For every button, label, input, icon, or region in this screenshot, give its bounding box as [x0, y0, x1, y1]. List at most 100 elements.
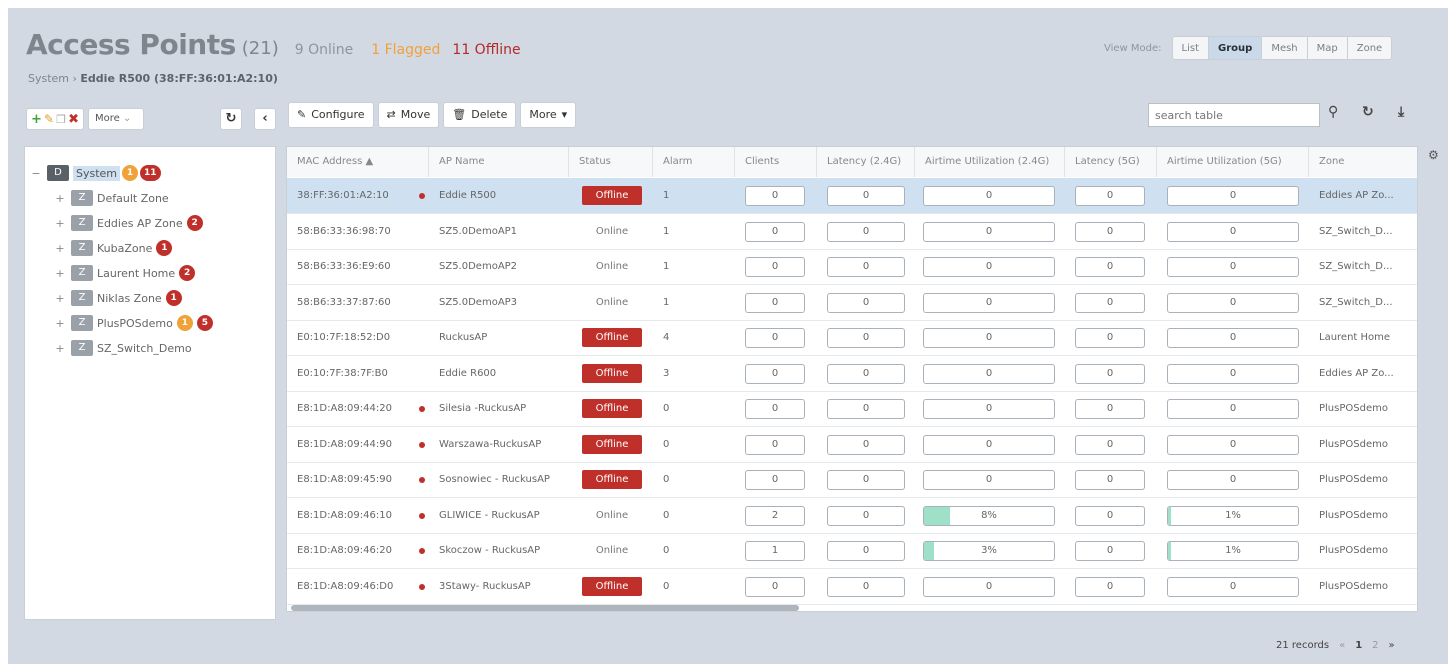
alarm-cell[interactable]: 0 — [663, 391, 669, 426]
delete-icon[interactable]: ✖ — [68, 112, 79, 127]
table-row[interactable]: E0:10:7F:18:52:D0 RuckusAP Offline 4 0 0 0 0 0 La… — [287, 320, 1417, 356]
zone-cell[interactable]: Eddies AP Zo... — [1319, 356, 1415, 391]
zone-cell[interactable]: PlusPOSdemo — [1319, 569, 1415, 604]
col-airtime-5-header[interactable]: Airtime Utilization (5G) — [1157, 147, 1309, 177]
online-count[interactable]: 9 Online — [295, 42, 354, 58]
table-refresh-icon[interactable]: ↻ — [1362, 104, 1374, 120]
view-mode-map[interactable]: Map — [1307, 36, 1348, 60]
tree-more-dropdown[interactable]: More ⌄ — [88, 108, 144, 130]
col-ap-name-header[interactable]: AP Name — [429, 147, 569, 177]
tree-node-zone[interactable]: + Z PlusPOSdemo 1 5 — [53, 315, 213, 331]
ap-name-cell[interactable]: Skoczow - RuckusAP — [439, 533, 567, 568]
add-icon[interactable]: + — [31, 112, 42, 127]
col-clients-header[interactable]: Clients — [735, 147, 817, 177]
table-row[interactable]: 38:FF:36:01:A2:10 Eddie R500 Offline 1 0 0 0 0 0… — [287, 178, 1417, 214]
breadcrumb-root[interactable]: System › — [28, 72, 77, 85]
zone-cell[interactable]: SZ_Switch_D... — [1319, 214, 1415, 249]
alarm-cell[interactable]: 0 — [663, 498, 669, 533]
tree-refresh-button[interactable]: ↻ — [220, 108, 242, 130]
tree-node-zone[interactable]: + Z SZ_Switch_Demo — [53, 340, 192, 356]
ap-name-cell[interactable]: Eddie R500 — [439, 178, 567, 213]
expand-icon[interactable]: + — [53, 317, 67, 330]
alarm-cell[interactable]: 0 — [663, 533, 669, 568]
expand-icon[interactable]: + — [53, 192, 67, 205]
move-button[interactable]: ⇄ Move — [377, 102, 440, 128]
ap-name-cell[interactable]: RuckusAP — [439, 320, 567, 355]
col-zone-header[interactable]: Zone — [1309, 147, 1417, 177]
alarm-cell[interactable]: 1 — [663, 285, 669, 320]
ap-name-cell[interactable]: SZ5.0DemoAP1 — [439, 214, 567, 249]
download-icon[interactable]: ⤓ — [1398, 104, 1404, 120]
col-status-header[interactable]: Status — [569, 147, 653, 177]
alarm-cell[interactable]: 4 — [663, 320, 669, 355]
clone-icon[interactable]: ❐ — [56, 113, 66, 126]
flagged-count[interactable]: 1 Flagged — [371, 42, 440, 58]
more-dropdown[interactable]: More ▾ — [520, 102, 577, 128]
gear-icon[interactable]: ⚙ — [1428, 148, 1439, 162]
alarm-cell[interactable]: 1 — [663, 214, 669, 249]
ap-name-cell[interactable]: Sosnowiec - RuckusAP — [439, 462, 567, 497]
alarm-cell[interactable]: 1 — [663, 249, 669, 284]
table-row[interactable]: E0:10:7F:38:7F:B0 Eddie R600 Offline 3 0 0 0 0 0… — [287, 356, 1417, 392]
expand-icon[interactable]: + — [53, 292, 67, 305]
tree-node-zone[interactable]: + Z Niklas Zone 1 — [53, 290, 182, 306]
table-row[interactable]: 58:B6:33:37:87:60 SZ5.0DemoAP3 Online 1 0 0 0 0… — [287, 285, 1417, 321]
tree-node-system[interactable]: − D System 1 11 — [29, 165, 161, 181]
zone-cell[interactable]: PlusPOSdemo — [1319, 462, 1415, 497]
collapse-tree-button[interactable]: ‹ — [254, 108, 276, 130]
ap-name-cell[interactable]: Warszawa-RuckusAP — [439, 427, 567, 462]
next-page-button[interactable]: » — [1389, 640, 1395, 651]
col-latency-5-header[interactable]: Latency (5G) — [1065, 147, 1157, 177]
zone-cell[interactable]: PlusPOSdemo — [1319, 391, 1415, 426]
expand-icon[interactable]: + — [53, 217, 67, 230]
table-row[interactable]: 58:B6:33:36:E9:60 SZ5.0DemoAP2 Online 1 0 0 0 0… — [287, 249, 1417, 285]
table-row[interactable]: E8:1D:A8:09:45:90 Sosnowiec - RuckusAP Off… — [287, 462, 1417, 498]
page-2[interactable]: 2 — [1372, 640, 1378, 651]
page-1[interactable]: 1 — [1355, 640, 1362, 651]
ap-name-cell[interactable]: 3Stawy- RuckusAP — [439, 569, 567, 604]
table-row[interactable]: 58:B6:33:36:98:70 SZ5.0DemoAP1 Online 1 0 0 0 0… — [287, 214, 1417, 250]
ap-name-cell[interactable]: GLIWICE - RuckusAP — [439, 498, 567, 533]
table-row[interactable]: E8:1D:A8:09:46:D0 3Stawy- RuckusAP Offline… — [287, 569, 1417, 605]
ap-name-cell[interactable]: SZ5.0DemoAP2 — [439, 249, 567, 284]
zone-cell[interactable]: PlusPOSdemo — [1319, 498, 1415, 533]
delete-button[interactable]: 🗑 Delete — [443, 102, 517, 128]
tree-node-zone[interactable]: + Z KubaZone 1 — [53, 240, 173, 256]
col-mac-address-header[interactable]: MAC Address ▲ — [287, 147, 429, 177]
zone-cell[interactable]: SZ_Switch_D... — [1319, 249, 1415, 284]
offline-count[interactable]: 11 Offline — [452, 42, 520, 58]
view-mode-list[interactable]: List — [1171, 36, 1210, 60]
tree-node-zone[interactable]: + Z Laurent Home 2 — [53, 265, 196, 281]
prev-page-button[interactable]: « — [1339, 640, 1345, 651]
collapse-icon[interactable]: − — [29, 167, 43, 180]
view-mode-zone[interactable]: Zone — [1347, 36, 1393, 60]
tree-node-zone[interactable]: + Z Eddies AP Zone 2 — [53, 215, 203, 231]
tree-node-zone[interactable]: + Z Default Zone — [53, 190, 169, 206]
table-row[interactable]: E8:1D:A8:09:46:10 GLIWICE - RuckusAP Onlin… — [287, 498, 1417, 534]
zone-cell[interactable]: PlusPOSdemo — [1319, 427, 1415, 462]
zone-cell[interactable]: SZ_Switch_D... — [1319, 285, 1415, 320]
zone-cell[interactable]: Laurent Home — [1319, 320, 1415, 355]
table-row[interactable]: E8:1D:A8:09:46:20 Skoczow - RuckusAP Onlin… — [287, 533, 1417, 569]
alarm-cell[interactable]: 3 — [663, 356, 669, 391]
horizontal-scrollbar[interactable] — [291, 605, 799, 611]
alarm-cell[interactable]: 0 — [663, 569, 669, 604]
alarm-cell[interactable]: 0 — [663, 427, 669, 462]
edit-icon[interactable]: ✎ — [44, 112, 54, 126]
search-input[interactable] — [1148, 103, 1320, 127]
col-airtime-24-header[interactable]: Airtime Utilization (2.4G) — [915, 147, 1065, 177]
zone-cell[interactable]: Eddies AP Zo... — [1319, 178, 1415, 213]
alarm-cell[interactable]: 1 — [663, 178, 669, 213]
ap-name-cell[interactable]: Silesia -RuckusAP — [439, 391, 567, 426]
col-alarm-header[interactable]: Alarm — [653, 147, 735, 177]
alarm-cell[interactable]: 0 — [663, 462, 669, 497]
expand-icon[interactable]: + — [53, 242, 67, 255]
expand-icon[interactable]: + — [53, 267, 67, 280]
view-mode-mesh[interactable]: Mesh — [1262, 36, 1308, 60]
ap-name-cell[interactable]: SZ5.0DemoAP3 — [439, 285, 567, 320]
zone-cell[interactable]: PlusPOSdemo — [1319, 533, 1415, 568]
table-row[interactable]: E8:1D:A8:09:44:90 Warszawa-RuckusAP Offlin… — [287, 427, 1417, 463]
table-row[interactable]: E8:1D:A8:09:44:20 Silesia -RuckusAP Offlin… — [287, 391, 1417, 427]
configure-button[interactable]: ✎ Configure — [288, 102, 374, 128]
col-latency-24-header[interactable]: Latency (2.4G) — [817, 147, 915, 177]
